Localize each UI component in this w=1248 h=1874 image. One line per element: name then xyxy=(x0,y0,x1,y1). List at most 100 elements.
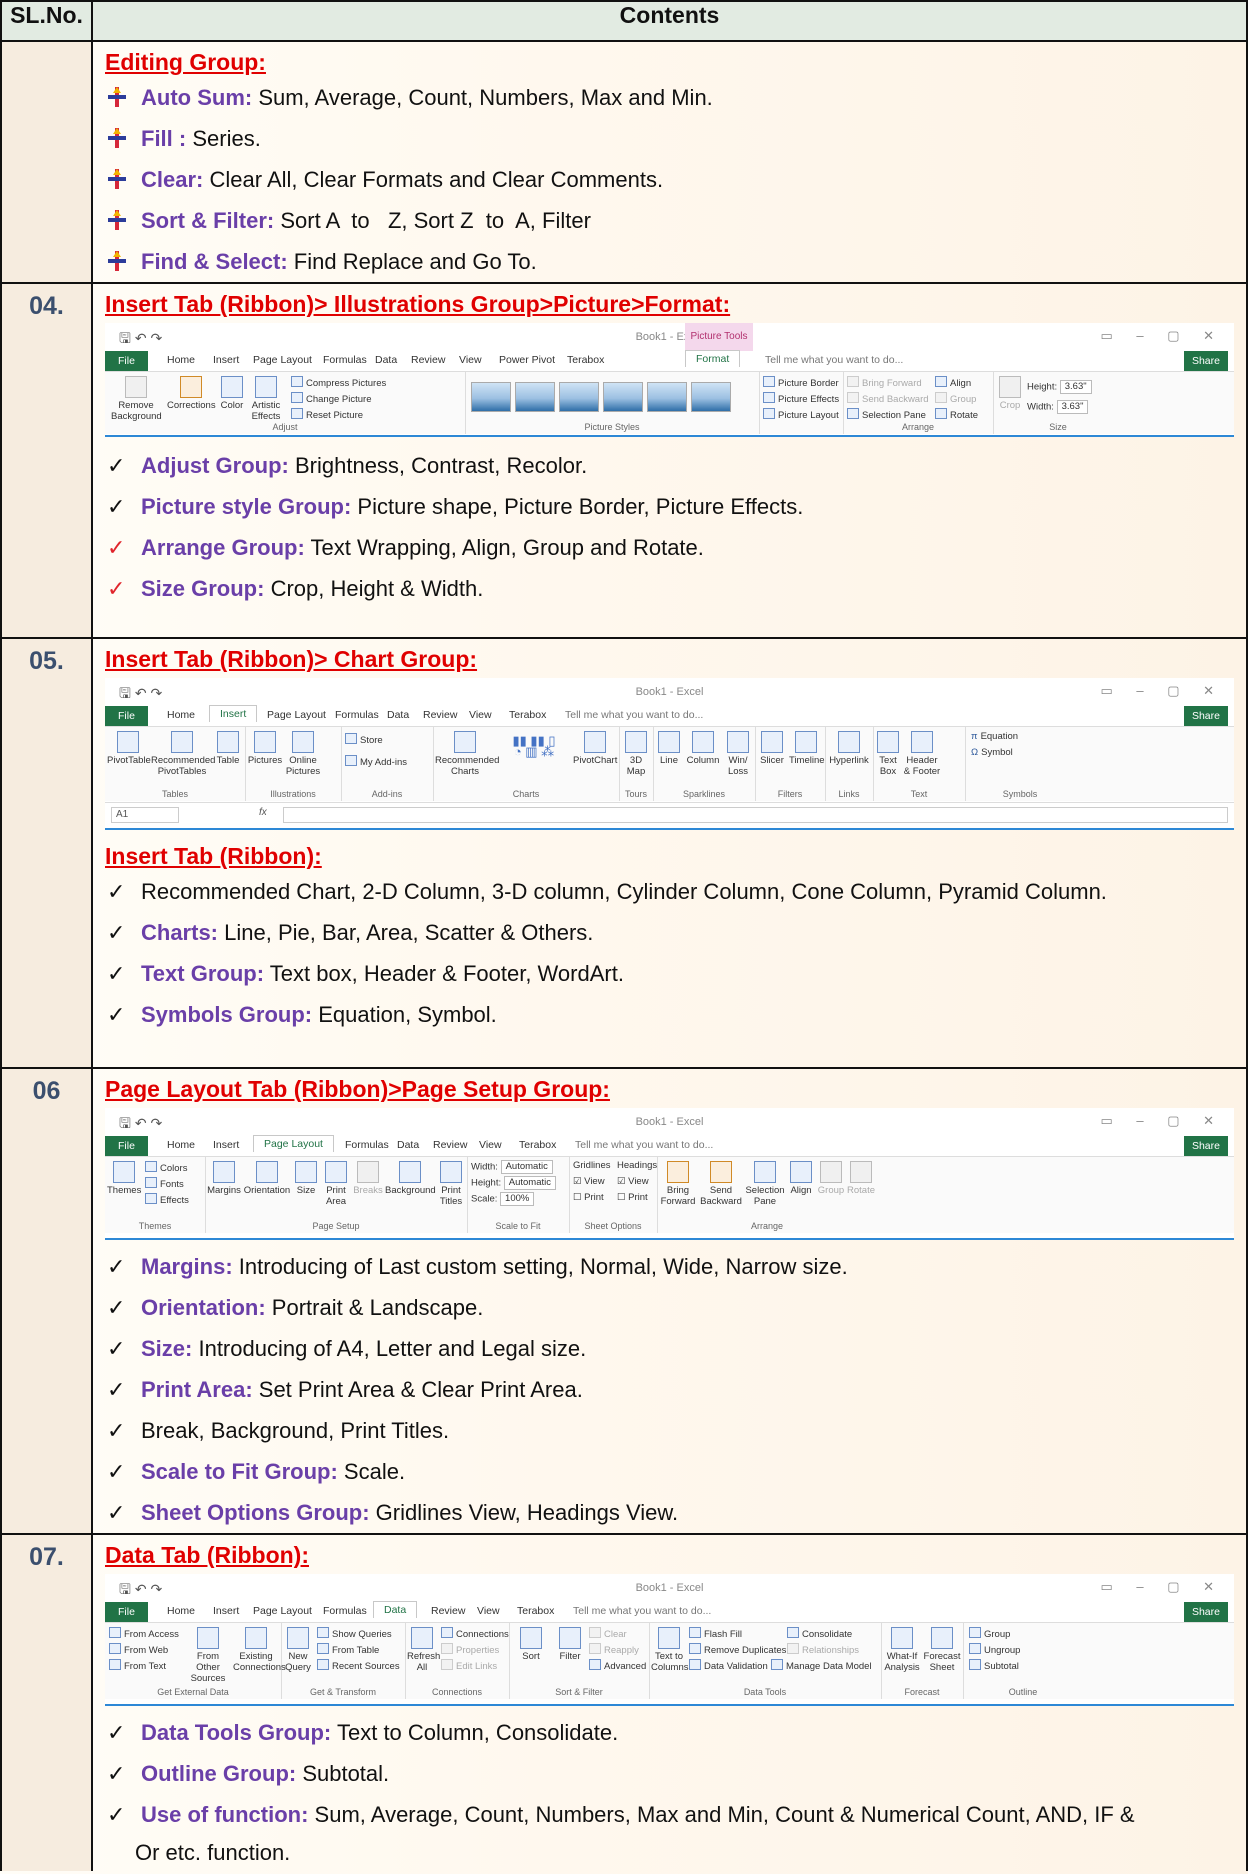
tab-formulas[interactable]: Formulas xyxy=(323,1605,367,1617)
existing-connections-button[interactable]: Existing Connections xyxy=(233,1627,286,1673)
tab-page-layout[interactable]: Page Layout xyxy=(253,1135,334,1152)
gridlines-print-checkbox[interactable]: ☐ Print xyxy=(573,1192,604,1204)
chart-types-gallery[interactable]: ▮▮ ▮▮ ▯ ◔ ▥ ⁂ xyxy=(499,734,569,758)
share-button[interactable]: Share xyxy=(1183,1136,1228,1156)
tab-view[interactable]: View xyxy=(459,354,482,366)
tell-me-box[interactable]: Tell me what you want to do... xyxy=(765,354,903,366)
color-button[interactable]: Color xyxy=(217,376,247,411)
relationships-button[interactable]: Relationships xyxy=(787,1643,859,1657)
sparkline-column-button[interactable]: Column xyxy=(685,731,721,766)
tab-home[interactable]: Home xyxy=(167,354,195,366)
tab-insert[interactable]: Insert xyxy=(209,705,258,722)
effects-button[interactable]: Effects xyxy=(145,1193,189,1207)
tab-review[interactable]: Review xyxy=(433,1139,467,1151)
tab-view[interactable]: View xyxy=(469,709,492,721)
tab-home[interactable]: Home xyxy=(167,709,195,721)
artistic-effects-button[interactable]: Artistic Effects xyxy=(249,376,283,422)
recommended-charts-button[interactable]: Recommended Charts xyxy=(435,731,499,777)
filter-button[interactable]: Filter xyxy=(555,1627,585,1662)
reset-picture-button[interactable]: Reset Picture xyxy=(291,408,363,422)
tab-home[interactable]: Home xyxy=(167,1139,195,1151)
bring-forward-button[interactable]: Bring Forward xyxy=(847,376,922,390)
picture-style-thumb[interactable] xyxy=(647,382,687,412)
tab-formulas[interactable]: Formulas xyxy=(323,354,367,366)
picture-layout-button[interactable]: Picture Layout xyxy=(763,408,839,422)
print-area-button[interactable]: Print Area xyxy=(321,1161,351,1207)
height-select[interactable]: Automatic xyxy=(503,1176,556,1190)
show-queries-button[interactable]: Show Queries xyxy=(317,1627,392,1641)
flash-fill-button[interactable]: Flash Fill xyxy=(689,1627,742,1641)
tab-formulas[interactable]: Formulas xyxy=(345,1139,389,1151)
themes-button[interactable]: Themes xyxy=(107,1161,141,1196)
window-controls[interactable]: ▭ – ▢ ✕ xyxy=(1100,1113,1224,1129)
picture-style-thumb[interactable] xyxy=(603,382,643,412)
data-validation-button[interactable]: Data Validation xyxy=(689,1659,768,1673)
formula-input[interactable] xyxy=(283,807,1228,823)
picture-style-thumb[interactable] xyxy=(559,382,599,412)
text-to-columns-button[interactable]: Text to Columns xyxy=(651,1627,689,1673)
rotate-button[interactable]: Rotate xyxy=(847,1161,875,1196)
scale-input[interactable]: 100% xyxy=(500,1192,535,1206)
refresh-all-button[interactable]: Refresh All xyxy=(407,1627,440,1673)
tab-data[interactable]: Data xyxy=(397,1139,419,1151)
remove-duplicates-button[interactable]: Remove Duplicates xyxy=(689,1643,786,1657)
tab-review[interactable]: Review xyxy=(411,354,445,366)
text-box-button[interactable]: Text Box xyxy=(875,731,901,777)
3d-map-button[interactable]: 3D Map xyxy=(621,731,651,777)
subtotal-button[interactable]: Subtotal xyxy=(969,1659,1019,1673)
fonts-button[interactable]: Fonts xyxy=(145,1177,184,1191)
header-footer-button[interactable]: Header & Footer xyxy=(903,731,941,777)
from-other-sources-button[interactable]: From Other Sources xyxy=(185,1627,231,1684)
recommended-pivottables-button[interactable]: Recommended PivotTables xyxy=(151,731,215,777)
share-button[interactable]: Share xyxy=(1183,1602,1228,1622)
width-field[interactable]: Width: Automatic xyxy=(471,1160,553,1174)
height-field[interactable]: Height: 3.63" xyxy=(1027,380,1092,394)
tell-me-box[interactable]: Tell me what you want to do... xyxy=(565,709,703,721)
selection-pane-button[interactable]: Selection Pane xyxy=(745,1161,785,1207)
equation-button[interactable]: π Equation xyxy=(971,731,1018,743)
slicer-button[interactable]: Slicer xyxy=(757,731,787,766)
tab-terabox[interactable]: Terabox xyxy=(567,354,604,366)
height-input[interactable]: 3.63" xyxy=(1059,380,1092,394)
name-box[interactable]: A1 xyxy=(111,807,179,823)
crop-button[interactable]: Crop xyxy=(997,376,1023,411)
orientation-button[interactable]: Orientation xyxy=(243,1161,291,1196)
window-controls[interactable]: ▭ – ▢ ✕ xyxy=(1100,683,1224,699)
connections-button[interactable]: Connections xyxy=(441,1627,509,1641)
corrections-button[interactable]: Corrections xyxy=(167,376,216,411)
pivottable-button[interactable]: PivotTable xyxy=(107,731,151,766)
tab-formulas[interactable]: Formulas xyxy=(335,709,379,721)
picture-style-thumb[interactable] xyxy=(691,382,731,412)
tab-home[interactable]: Home xyxy=(167,1605,195,1617)
edit-links-button[interactable]: Edit Links xyxy=(441,1659,497,1673)
tab-page-layout[interactable]: Page Layout xyxy=(267,709,326,721)
window-controls[interactable]: ▭ – ▢ ✕ xyxy=(1100,1579,1224,1595)
forecast-sheet-button[interactable]: Forecast Sheet xyxy=(923,1627,961,1673)
send-backward-button[interactable]: Send Backward xyxy=(847,392,929,406)
margins-button[interactable]: Margins xyxy=(207,1161,241,1196)
tab-power-pivot[interactable]: Power Pivot xyxy=(499,354,555,366)
tab-file[interactable]: File xyxy=(105,351,148,371)
background-button[interactable]: Background xyxy=(385,1161,436,1196)
tab-file[interactable]: File xyxy=(105,1602,148,1622)
tab-page-layout[interactable]: Page Layout xyxy=(253,1605,312,1617)
tab-file[interactable]: File xyxy=(105,706,148,726)
sparkline-line-button[interactable]: Line xyxy=(655,731,683,766)
hyperlink-button[interactable]: Hyperlink xyxy=(827,731,871,766)
align-button[interactable]: Align xyxy=(787,1161,815,1196)
from-web-button[interactable]: From Web xyxy=(109,1643,168,1657)
tab-view[interactable]: View xyxy=(477,1605,500,1617)
picture-style-thumb[interactable] xyxy=(515,382,555,412)
clear-button[interactable]: Clear xyxy=(589,1627,627,1641)
new-query-button[interactable]: New Query xyxy=(283,1627,313,1673)
gridlines-view-checkbox[interactable]: ☑ View xyxy=(573,1176,605,1188)
tab-data[interactable]: Data xyxy=(387,709,409,721)
group-button[interactable]: Group xyxy=(817,1161,845,1196)
sort-button[interactable]: Sort xyxy=(511,1627,551,1662)
bring-forward-button[interactable]: Bring Forward xyxy=(659,1161,697,1207)
send-backward-button[interactable]: Send Backward xyxy=(699,1161,743,1207)
headings-view-checkbox[interactable]: ☑ View xyxy=(617,1176,649,1188)
my-add-ins-button[interactable]: My Add-ins xyxy=(345,755,407,769)
pivotchart-button[interactable]: PivotChart xyxy=(573,731,617,766)
colors-button[interactable]: Colors xyxy=(145,1161,187,1175)
